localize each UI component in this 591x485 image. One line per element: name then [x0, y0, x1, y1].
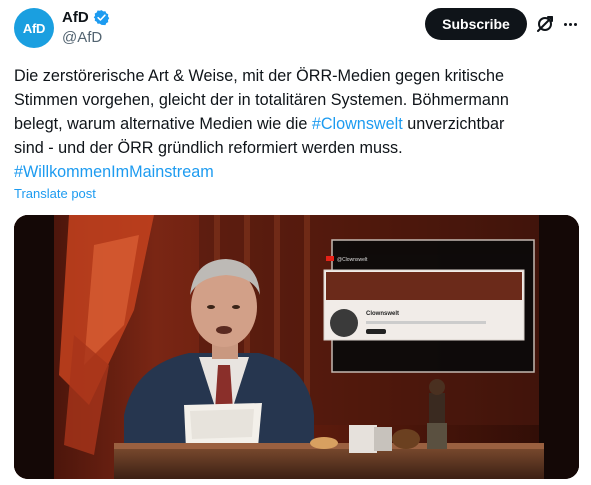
post-text-line: sind - und der ÖRR gründlich reformiert …	[14, 139, 403, 157]
post-text-segment: belegt, warum alternative Medien wie die	[14, 115, 312, 133]
post-text-line: belegt, warum alternative Medien wie die…	[14, 112, 574, 136]
youtube-icon	[326, 256, 334, 261]
verified-badge-icon	[93, 10, 109, 26]
grok-icon[interactable]	[535, 14, 555, 34]
translate-post-link[interactable]: Translate post	[14, 186, 96, 201]
screen-channel-label: Clownswelt	[366, 311, 399, 317]
screen-header-label: @Clownswelt	[337, 257, 368, 263]
subscribe-button[interactable]: Subscribe	[425, 8, 527, 40]
video-screen: Clownswelt @Clownswelt	[323, 239, 535, 373]
video-media[interactable]: Clownswelt @Clownswelt	[14, 215, 579, 479]
post-text-line: Stimmen vorgehen, gleicht der in totalit…	[14, 91, 509, 109]
post-text: Die zerstörerische Art & Weise, mit der …	[14, 64, 574, 184]
desk	[114, 447, 544, 479]
author-display-name[interactable]: AfD	[62, 9, 89, 26]
post: AfD AfD @AfD Subscribe Die zerstörerisch…	[0, 0, 591, 485]
author-name-row: AfD	[62, 9, 110, 26]
hashtag-willkommen-link[interactable]: #WillkommenImMainstream	[14, 160, 574, 184]
avatar[interactable]: AfD	[14, 8, 54, 48]
post-text-line: Die zerstörerische Art & Weise, mit der …	[14, 67, 504, 85]
more-dot	[563, 22, 567, 26]
video-frame: Clownswelt @Clownswelt	[14, 215, 579, 479]
more-dot	[573, 22, 577, 26]
right-dark-edge	[539, 215, 579, 479]
more-icon[interactable]	[560, 14, 580, 34]
hashtag-clownswelt-link[interactable]: #Clownswelt	[312, 115, 403, 133]
channel-avatar	[330, 309, 358, 337]
avatar-logo-text: AfD	[22, 20, 46, 36]
paper-sheets	[184, 403, 262, 449]
author-handle[interactable]: @AfD	[62, 29, 102, 46]
more-dot	[568, 22, 572, 26]
post-text-segment: unverzichtbar	[402, 115, 505, 133]
left-dark-edge	[14, 215, 54, 479]
